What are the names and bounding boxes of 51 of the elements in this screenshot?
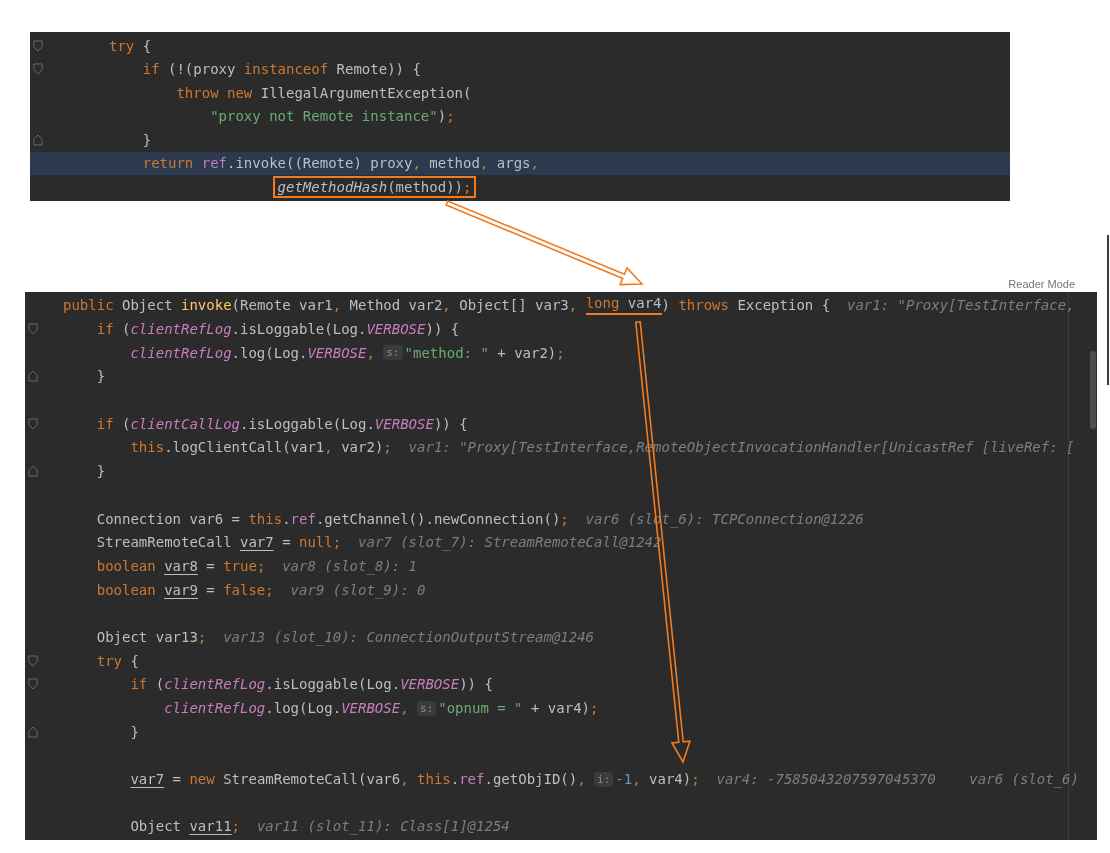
fold-icon[interactable] [28, 654, 38, 667]
code-text: } [96, 368, 106, 385]
scrollbar[interactable] [1090, 350, 1096, 429]
inline-value-hint: var11 (slot_11): Class[1]@1254 [256, 818, 510, 835]
fold-icon[interactable] [28, 725, 38, 738]
highlight-box: getMethodHash(method)); [272, 175, 477, 198]
fold-icon[interactable] [28, 323, 38, 336]
parameter-hint: s: [417, 700, 437, 716]
code-text: if (clientRefLog.isLoggable(Log.VERBOSE)) { [130, 676, 493, 693]
code-text: StreamRemoteCall var7 = null; [96, 534, 343, 551]
fold-icon[interactable] [28, 370, 38, 383]
code-text: clientRefLog.log(Log.VERBOSE, [130, 344, 376, 361]
code-text: this.logClientCall(var1, var2); [130, 439, 393, 456]
underlined-code: long var4 [585, 295, 662, 316]
code-text: throw new IllegalArgumentException( [176, 84, 472, 101]
inline-value-hint: var1: "Proxy[TestInterface, [847, 297, 1075, 314]
inline-value-hint: var8 (slot_8): 1 [282, 557, 418, 574]
fold-icon[interactable] [33, 39, 43, 52]
parameter-hint: i: [594, 771, 614, 787]
code-text: } [96, 463, 106, 480]
code-text: ) throws Exception { [661, 297, 832, 314]
code-text: Connection var6 = this.ref.getChannel().newConnection(); [96, 510, 570, 527]
code-text: "opnum = " + var4); [438, 700, 599, 717]
code-text: try { [96, 652, 139, 669]
code-text: if (clientRefLog.isLoggable(Log.VERBOSE)) { [96, 321, 460, 338]
fold-icon[interactable] [28, 417, 38, 430]
code-text: var7 = new StreamRemoteCall(var6, this.ref.getObjID(), [130, 771, 587, 788]
code-text: if (clientCallLog.isLoggable(Log.VERBOSE)) { [96, 415, 468, 432]
fold-icon[interactable] [28, 678, 38, 691]
code-text: try { [109, 37, 152, 54]
fold-icon[interactable] [33, 63, 43, 76]
code-text: if (!(proxy instanceof Remote)) { [142, 61, 421, 78]
code-text: } [130, 723, 139, 740]
code-text: -1, var4); [615, 771, 701, 788]
code-text: public Object invoke(Remote var1, Method var2, Object[] var3, [63, 297, 579, 314]
inline-value-hint: var9 (slot_9): 0 [290, 581, 426, 598]
code-text: } [142, 131, 152, 148]
inline-value-hint: var13 (slot_10): ConnectionOutputStream@1246 [223, 628, 595, 645]
code-text: Object var11; [130, 818, 242, 835]
parameter-hint: s: [383, 345, 403, 361]
fold-icon[interactable] [33, 133, 43, 146]
code-text: return ref.invoke((Remote) proxy, method, args, [142, 155, 539, 172]
code-text: "method: " + var2); [404, 344, 565, 361]
code-text: clientRefLog.log(Log.VERBOSE, [164, 700, 410, 717]
fold-icon[interactable] [28, 465, 38, 478]
code-text: boolean var8 = true; [96, 557, 267, 574]
code-text: "proxy not Remote instance"); [210, 108, 455, 125]
code-text: Object var13; [96, 628, 208, 645]
reader-mode-label[interactable]: Reader Mode [1008, 277, 1075, 290]
code-text: boolean var9 = false; [96, 581, 275, 598]
inline-value-hint: var4: -7585043207597045370 var6 (slot_6) [716, 771, 1079, 788]
